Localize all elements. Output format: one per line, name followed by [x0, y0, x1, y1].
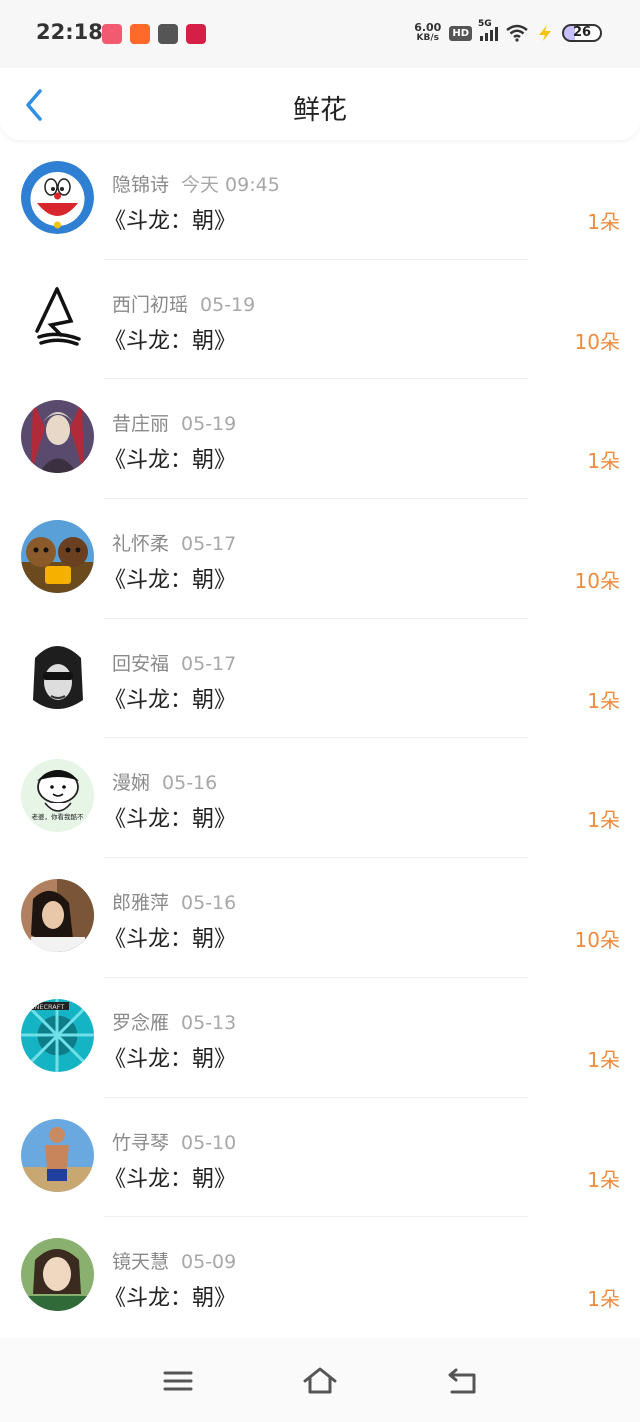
sender-name: 礼怀柔 05-17: [112, 533, 237, 556]
list-item[interactable]: 镜天慧 05-09 《斗龙：朝》 1朵: [0, 1217, 640, 1337]
battery-indicator: 26: [562, 24, 602, 42]
book-title: 《斗龙：朝》: [104, 807, 237, 833]
list-item[interactable]: 隐锦诗 今天 09:45 《斗龙：朝》 1朵: [0, 140, 640, 260]
avatar[interactable]: [21, 161, 94, 234]
flower-count: 1朵: [587, 1287, 620, 1312]
sender-name: 漫娴 05-16: [112, 772, 218, 795]
avatar[interactable]: [21, 400, 94, 474]
avatar[interactable]: [21, 1238, 94, 1312]
status-app-icons: [102, 24, 206, 44]
sender-name: 隐锦诗 今天 09:45: [112, 174, 280, 196]
home-button[interactable]: [302, 1366, 338, 1396]
avatar[interactable]: [21, 879, 94, 953]
sender-name: 回安福 05-17: [112, 652, 237, 675]
list-item[interactable]: 回安福 05-17 《斗龙：朝》 1朵: [0, 619, 640, 739]
gift-date: 05-19: [200, 293, 256, 316]
home-icon: [303, 1367, 337, 1394]
book-title: 《斗龙：朝》: [104, 1046, 237, 1072]
wifi-icon: [506, 24, 528, 42]
gift-date: 今天 09:45: [181, 174, 280, 196]
status-time: 22:18: [36, 20, 103, 44]
sender-name: 西门初瑶 05-19: [112, 293, 256, 316]
list-item[interactable]: 老婆，你看我酷不 漫娴 05-16 《斗龙：朝》 1朵: [0, 738, 640, 859]
gift-date: 05-17: [181, 652, 237, 675]
cellular-signal-icon: 5G: [478, 19, 498, 41]
book-title: 《斗龙：朝》: [104, 1286, 237, 1312]
avatar-caption: 老婆，你看我酷不: [32, 812, 85, 821]
sender-name: 罗念雁 05-13: [112, 1011, 237, 1034]
flower-count: 1朵: [587, 449, 620, 474]
network-speed-unit: KB/s: [416, 33, 439, 43]
flower-count: 10朵: [574, 928, 620, 953]
sender-name: 镜天慧 05-09: [112, 1251, 237, 1274]
book-title: 《斗龙：朝》: [104, 209, 237, 234]
gift-date: 05-16: [181, 892, 237, 915]
list-item[interactable]: 礼怀柔 05-17 《斗龙：朝》 10朵: [0, 499, 640, 619]
book-title: 《斗龙：朝》: [104, 687, 237, 713]
status-indicators: 6.00 KB/s HD 5G 26: [414, 19, 602, 44]
flower-count: 1朵: [587, 1047, 620, 1072]
avatar[interactable]: [21, 520, 94, 594]
book-title: 《斗龙：朝》: [104, 927, 237, 953]
network-speed-value: 6.00: [414, 21, 442, 34]
gift-date: 05-09: [181, 1251, 237, 1274]
system-navigation-bar: [0, 1338, 640, 1422]
flower-gift-list: 隐锦诗 今天 09:45 《斗龙：朝》 1朵 西门初瑶 05-19 《斗龙：朝》 1…: [0, 140, 640, 1337]
gift-date: 05-16: [162, 772, 218, 795]
book-title: 《斗龙：朝》: [104, 328, 237, 354]
app-notification-icon: [102, 24, 122, 44]
list-item[interactable]: 郎雅萍 05-16 《斗龙：朝》 10朵: [0, 858, 640, 978]
menu-icon: [163, 1371, 193, 1391]
list-item[interactable]: 竹寻琴 05-10 《斗龙：朝》 1朵: [0, 1098, 640, 1218]
flower-count: 10朵: [574, 329, 620, 354]
network-speed: 6.00 KB/s: [414, 22, 441, 44]
charging-icon: [539, 25, 551, 41]
hd-badge: HD: [449, 25, 472, 41]
list-item[interactable]: 昔庄丽 05-19 《斗龙：朝》 1朵: [0, 379, 640, 500]
gift-date: 05-19: [181, 413, 237, 436]
gift-date: 05-10: [181, 1131, 237, 1154]
sender-name: 昔庄丽 05-19: [112, 413, 237, 436]
page-title: 鲜花: [293, 95, 347, 126]
flower-count: 10朵: [574, 569, 620, 594]
avatar[interactable]: MINECRAFT: [21, 998, 94, 1072]
list-item[interactable]: 西门初瑶 05-19 《斗龙：朝》 10朵: [0, 260, 640, 380]
list-item[interactable]: MINECRAFT 罗念雁 05-13 《斗龙：朝》 1朵: [0, 978, 640, 1098]
menu-button[interactable]: [160, 1366, 196, 1396]
sender-name: 竹寻琴 05-10: [112, 1131, 237, 1154]
avatar[interactable]: [21, 1118, 94, 1192]
page-header: 鲜花: [0, 68, 640, 140]
sender-name: 郎雅萍 05-16: [112, 892, 237, 915]
app-notification-icon: [186, 24, 206, 44]
book-title: 《斗龙：朝》: [104, 448, 237, 474]
flower-count: 1朵: [587, 1167, 620, 1192]
network-type-label: 5G: [478, 19, 492, 29]
book-title: 《斗龙：朝》: [104, 1166, 237, 1192]
return-icon: [448, 1368, 476, 1394]
gift-date: 05-13: [181, 1011, 237, 1034]
app-notification-icon: [130, 24, 150, 44]
status-bar: 22:18 6.00 KB/s HD 5G 26: [0, 0, 640, 68]
avatar[interactable]: 老婆，你看我酷不: [21, 759, 94, 833]
return-button[interactable]: [444, 1366, 480, 1396]
avatar[interactable]: [21, 280, 94, 354]
gift-date: 05-17: [181, 533, 237, 556]
game-controller-icon: [158, 24, 178, 44]
flower-count: 1朵: [587, 808, 620, 833]
book-title: 《斗龙：朝》: [104, 568, 237, 594]
flower-count: 1朵: [587, 210, 620, 234]
flower-count: 1朵: [587, 688, 620, 713]
avatar[interactable]: [21, 639, 94, 713]
avatar-caption: MINECRAFT: [27, 1003, 64, 1011]
